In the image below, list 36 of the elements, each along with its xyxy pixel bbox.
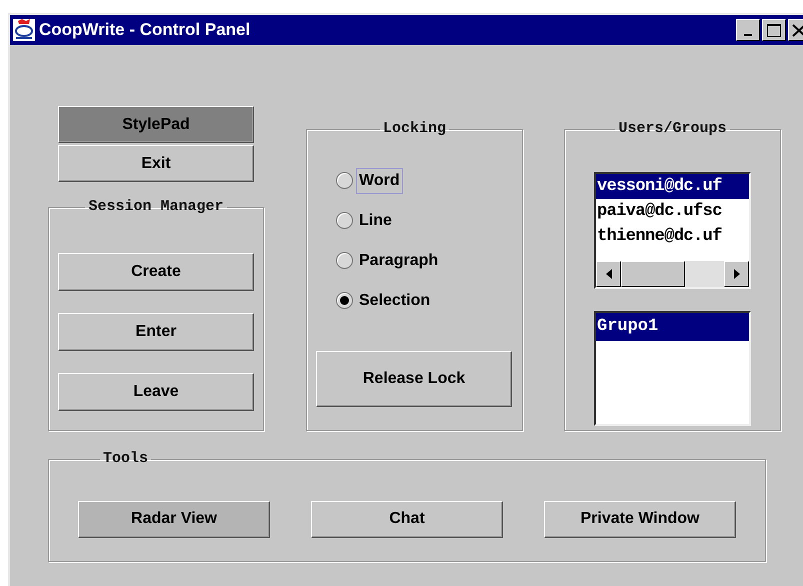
radio-label[interactable]: Line (356, 208, 395, 234)
session-button[interactable]: Enter (58, 312, 254, 350)
radio-label[interactable]: Paragraph (356, 248, 442, 274)
window-title: CoopWrite - Control Panel (39, 19, 250, 42)
minimize-button[interactable] (736, 19, 760, 41)
panel-button[interactable]: Exit (58, 145, 254, 182)
radio-button[interactable] (336, 252, 353, 269)
user-item[interactable]: paiva@dc.ufsc (596, 198, 749, 224)
user-item[interactable]: thienne@dc.uf (596, 224, 749, 248)
user-item[interactable]: vessoni@dc.uf (596, 174, 749, 198)
session-button[interactable]: Leave (58, 372, 254, 410)
groups-list[interactable]: Grupo1 (594, 310, 751, 426)
group-title: Session Manager (87, 197, 225, 217)
scroll-right-icon[interactable] (724, 260, 749, 286)
radio-button[interactable] (336, 212, 353, 229)
tool-button[interactable]: Radar View (78, 500, 270, 538)
radio-button[interactable] (336, 172, 353, 189)
group-item[interactable]: Grupo1 (596, 312, 749, 340)
scroll-thumb[interactable] (621, 260, 685, 286)
radio-label[interactable]: Selection (356, 288, 434, 314)
users-list[interactable]: vessoni@dc.uf paiva@dc.ufsc thienne@dc.uf (594, 172, 751, 288)
group-title: Locking (382, 119, 447, 139)
radio-label[interactable]: Word (356, 168, 403, 194)
tool-button[interactable]: Chat (311, 500, 503, 538)
panel-button[interactable]: StylePad (58, 106, 254, 143)
horizontal-scrollbar[interactable] (596, 260, 749, 286)
group-title: Tools (102, 449, 150, 469)
session-button[interactable]: Create (58, 252, 254, 290)
release-lock-button[interactable]: Release Lock (316, 350, 512, 406)
app-icon (12, 18, 36, 42)
scroll-left-icon[interactable] (596, 260, 621, 286)
maximize-button[interactable] (762, 19, 786, 41)
close-button[interactable] (788, 19, 803, 41)
tool-button[interactable]: Private Window (544, 500, 736, 538)
radio-button[interactable] (336, 292, 353, 309)
group-title: Users/Groups (617, 119, 728, 139)
